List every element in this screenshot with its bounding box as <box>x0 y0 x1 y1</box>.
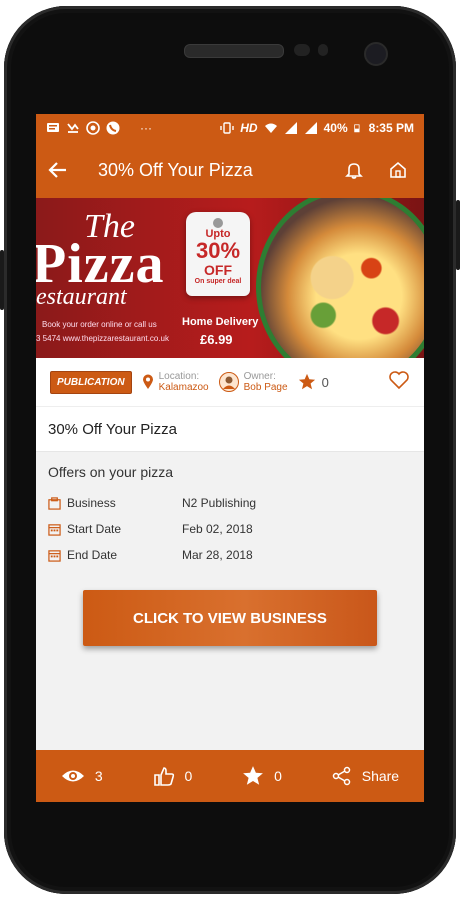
status-bar: ··· HD 40% 8:35 PM <box>36 114 424 142</box>
share-button[interactable]: Share <box>332 766 399 786</box>
banner-price: £6.99 <box>200 332 233 347</box>
tag-percent: 30% <box>195 238 241 263</box>
tag-off: OFF <box>204 262 232 278</box>
more-dots-icon: ··· <box>140 121 152 135</box>
front-camera <box>364 42 388 66</box>
calendar-icon <box>48 549 61 562</box>
detail-value: Mar 28, 2018 <box>182 548 253 562</box>
rating[interactable]: 0 <box>298 373 329 391</box>
status-time: 8:35 PM <box>368 121 414 135</box>
battery-level: 40% <box>323 121 348 135</box>
owner-meta[interactable]: Owner: Bob Page <box>218 371 288 393</box>
views-count: 3 <box>94 768 103 784</box>
owner-label: Owner: <box>243 371 276 382</box>
eye-icon <box>61 770 84 782</box>
whatsapp-icon <box>86 121 100 135</box>
vibrate-icon <box>220 122 234 134</box>
business-icon <box>48 496 61 510</box>
arrow-back-icon[interactable] <box>46 158 70 182</box>
category-badge[interactable]: PUBLICATION <box>50 370 132 394</box>
detail-value: N2 Publishing <box>182 496 257 510</box>
detail-row-start-date: Start Date Feb 02, 2018 <box>48 516 412 542</box>
volume-button <box>0 250 4 310</box>
stars-count: 0 <box>274 768 282 784</box>
detail-label: Start Date <box>67 522 122 536</box>
share-label: Share <box>361 768 400 784</box>
light-sensor <box>318 44 328 56</box>
wifi-icon <box>264 123 277 133</box>
detail-value: Feb 02, 2018 <box>182 522 253 536</box>
message-icon <box>47 123 59 132</box>
battery-icon <box>353 124 360 133</box>
signal-icon <box>284 122 297 134</box>
tag-hole <box>213 218 223 228</box>
signal-icon-2 <box>304 122 317 134</box>
app-bar: 30% Off Your Pizza <box>36 142 424 198</box>
power-button <box>456 200 460 270</box>
banner-order-text: Book your order online or call us <box>42 320 157 329</box>
proximity-sensor <box>294 44 310 56</box>
detail-row-business: Business N2 Publishing <box>48 490 412 516</box>
listing-title: 30% Off Your Pizza <box>36 407 424 452</box>
promo-banner-image: The Pizza estaurant Book your order onli… <box>36 198 424 358</box>
pizza-photo <box>256 198 424 358</box>
app-screen: ··· HD 40% 8:35 PM 30% Off Your Pizza Th… <box>36 114 424 802</box>
speaker-grille <box>184 44 284 58</box>
star-button[interactable]: 0 <box>242 765 282 787</box>
location-pin-icon <box>142 374 153 389</box>
offer-subtitle: Offers on your pizza <box>48 464 174 480</box>
listing-info-bar: PUBLICATION Location: Kalamazoo Owner: B… <box>36 358 424 407</box>
phone-icon <box>106 121 120 135</box>
discount-tag: Upto 30% OFF On super deal <box>186 212 250 296</box>
detail-label: Business <box>67 496 116 510</box>
thumbs-up-icon <box>153 767 174 786</box>
rating-count: 0 <box>321 374 329 390</box>
share-icon <box>332 766 350 786</box>
views-counter[interactable]: 3 <box>61 768 103 784</box>
star-icon <box>298 373 315 390</box>
banner-restaurant: estaurant <box>36 284 127 310</box>
detail-row-end-date: End Date Mar 28, 2018 <box>48 542 412 568</box>
banner-delivery: Home Delivery <box>182 316 259 328</box>
favorite-heart-icon[interactable] <box>388 370 410 395</box>
calendar-icon <box>48 523 61 536</box>
network-type: HD <box>240 121 258 135</box>
location-value: Kalamazoo <box>158 382 209 393</box>
like-button[interactable]: 0 <box>153 765 193 787</box>
offer-details: Offers on your pizza Business N2 Publish… <box>36 452 424 568</box>
detail-label: End Date <box>67 548 118 562</box>
owner-value: Bob Page <box>243 382 288 393</box>
star-icon <box>243 766 264 785</box>
location-meta[interactable]: Location: Kalamazoo <box>142 371 209 393</box>
likes-count: 0 <box>184 768 193 784</box>
missed-call-icon <box>67 123 79 133</box>
banner-phone-text: 3 5474 www.thepizzarestaurant.co.uk <box>36 334 169 343</box>
location-label: Location: <box>158 371 200 382</box>
home-icon[interactable] <box>386 158 410 182</box>
tag-deal: On super deal <box>194 278 242 285</box>
bottom-action-bar: 3 0 0 Share <box>36 750 424 802</box>
app-bar-title: 30% Off Your Pizza <box>98 159 253 180</box>
bell-icon[interactable] <box>342 158 366 182</box>
view-business-button[interactable]: CLICK TO VIEW BUSINESS <box>83 590 377 646</box>
owner-avatar-icon <box>218 372 239 392</box>
